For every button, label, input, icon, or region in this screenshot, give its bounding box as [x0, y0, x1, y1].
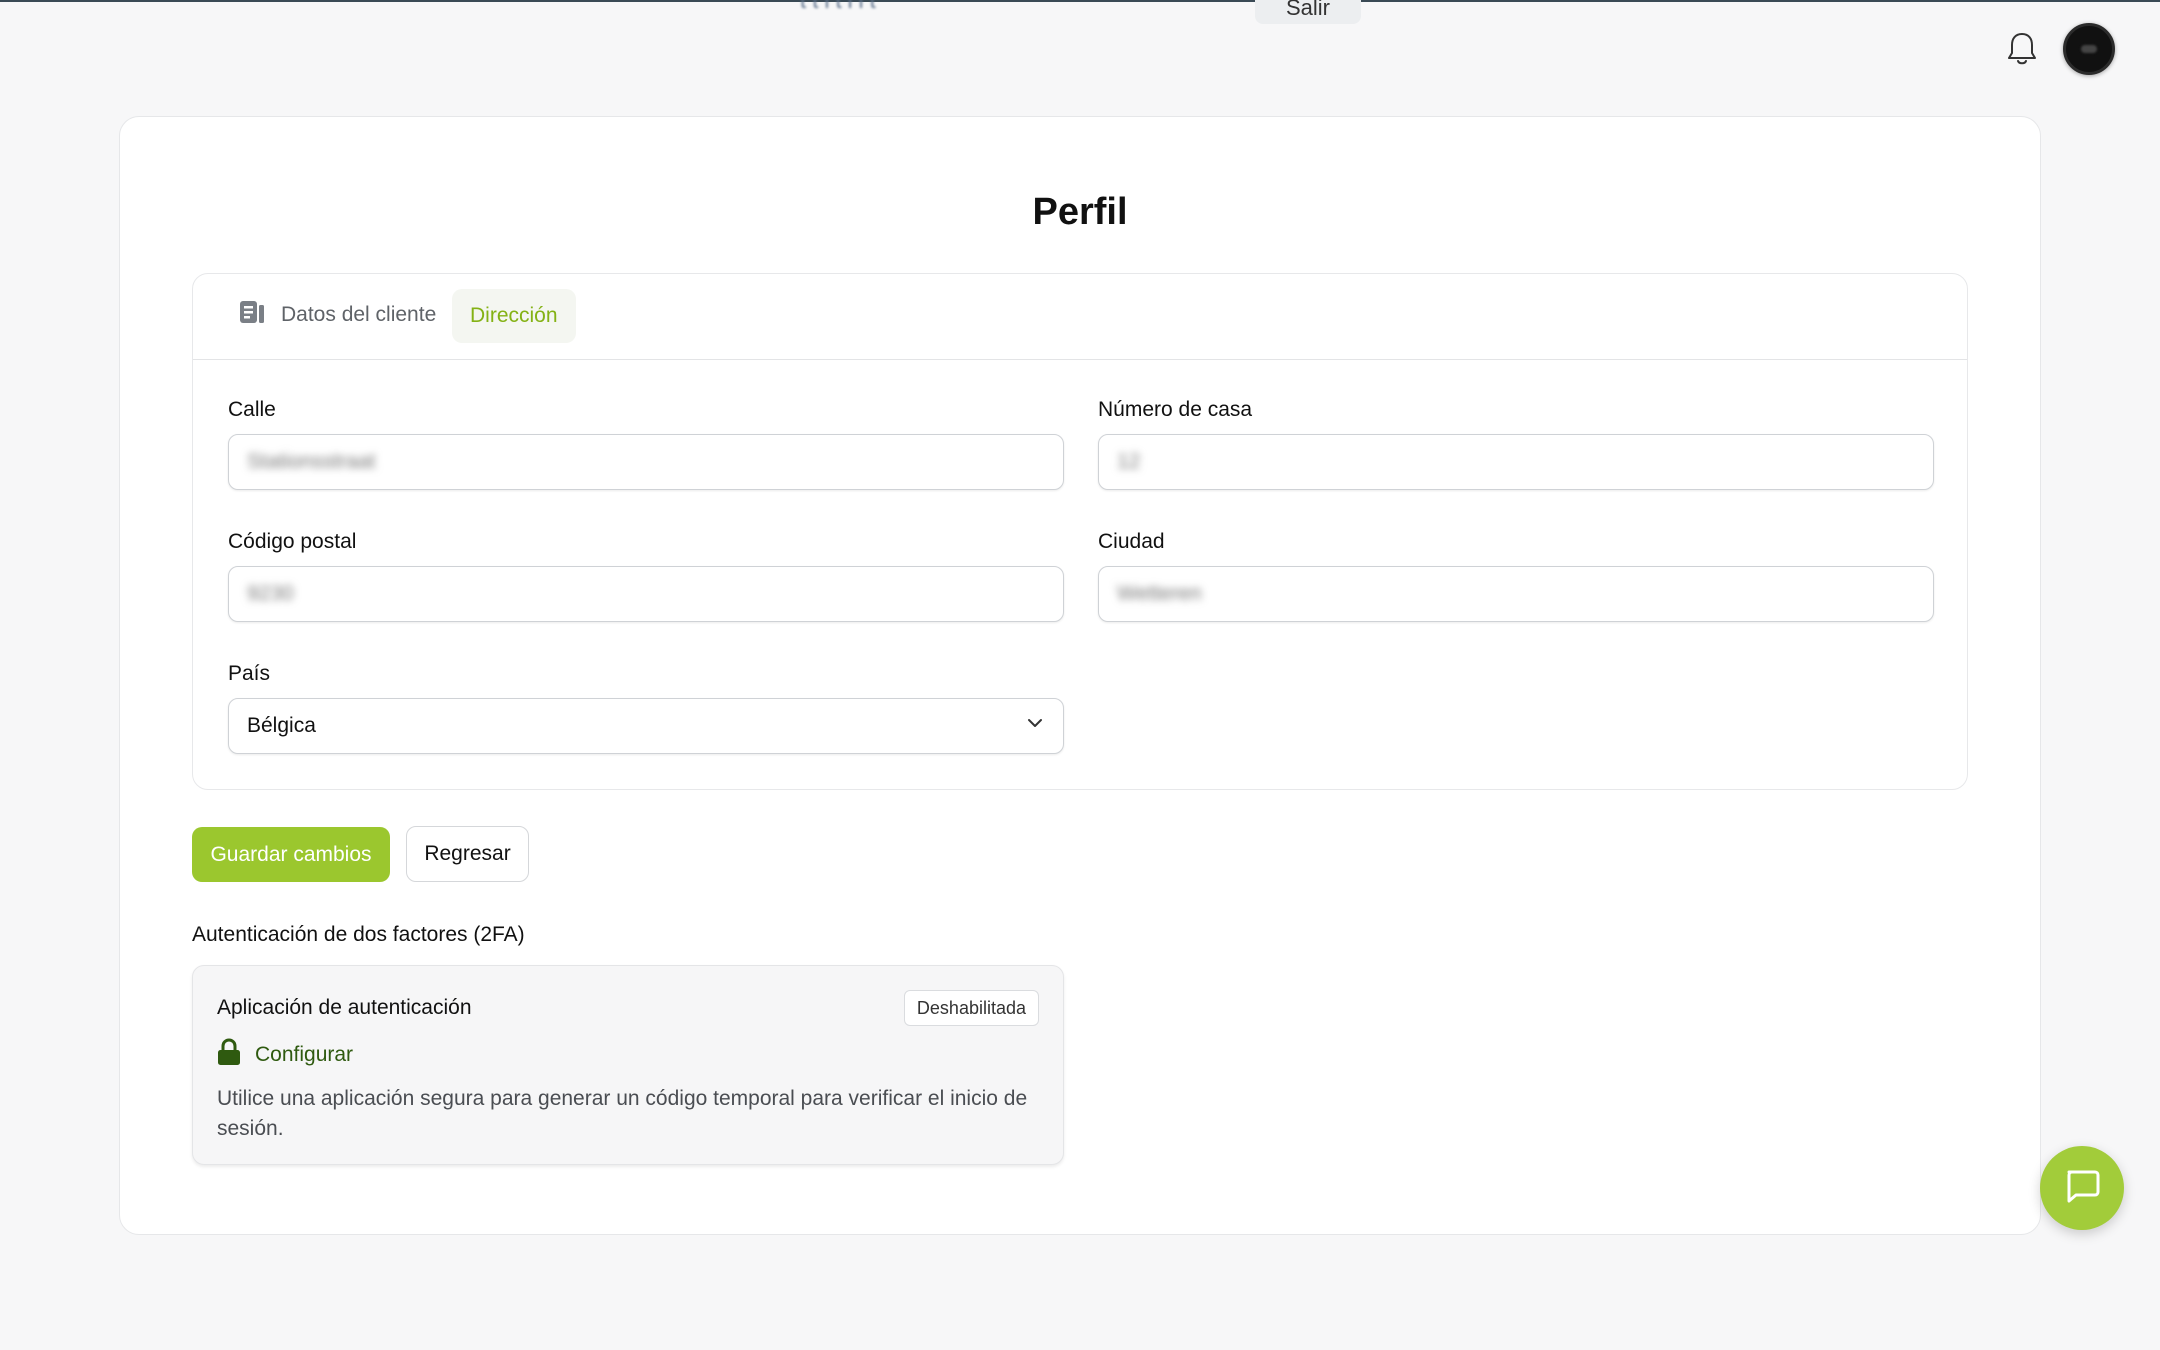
country-value: Bélgica [247, 714, 316, 737]
top-nav-partial-text: t t i t i i t [800, 0, 876, 13]
status-badge: Deshabilitada [903, 990, 1039, 1026]
bell-icon[interactable] [2004, 30, 2040, 68]
postal-code-field[interactable]: 9230 [228, 566, 1064, 622]
street-field[interactable]: Stationsstraat [228, 434, 1064, 490]
configure-label: Configurar [255, 1043, 354, 1066]
chat-button[interactable] [2040, 1146, 2124, 1230]
chevron-down-icon [1025, 713, 1045, 739]
tab-customer-data-label: Datos del cliente [281, 303, 437, 326]
profile-card: Perfil Datos del cliente Dirección Calle… [119, 116, 2041, 1235]
country-select[interactable]: Bélgica [228, 698, 1064, 754]
top-border [0, 0, 2160, 2]
avatar[interactable] [2063, 23, 2115, 75]
street-label: Calle [228, 398, 276, 421]
city-label: Ciudad [1098, 530, 1165, 553]
lock-icon [217, 1038, 241, 1072]
address-panel: Datos del cliente Dirección Calle Statio… [192, 273, 1968, 790]
save-changes-button[interactable]: Guardar cambios [192, 827, 390, 882]
chat-bubble-icon [2062, 1166, 2102, 1211]
twofa-section-title: Autenticación de dos factores (2FA) [192, 923, 525, 946]
logout-button[interactable]: Salir [1255, 0, 1361, 24]
twofa-description: Utilice una aplicación segura para gener… [217, 1087, 1028, 1140]
city-field[interactable]: Wetteren [1098, 566, 1934, 622]
back-button[interactable]: Regresar [406, 826, 529, 882]
city-value: Wetteren [1117, 582, 1202, 605]
auth-app-title: Aplicación de autenticación [217, 996, 472, 1019]
tab-address[interactable]: Dirección [452, 289, 576, 343]
house-number-field[interactable]: 12 [1098, 434, 1934, 490]
twofa-card: Aplicación de autenticación Deshabilitad… [192, 965, 1064, 1165]
configure-link[interactable]: Configurar [217, 1038, 353, 1072]
postal-code-value: 9230 [247, 582, 294, 605]
street-value: Stationsstraat [247, 450, 376, 473]
page-title: Perfil [1032, 191, 1128, 233]
tab-customer-data[interactable]: Datos del cliente [227, 289, 448, 341]
house-number-label: Número de casa [1098, 398, 1253, 421]
tab-address-label: Dirección [470, 304, 558, 327]
country-label: País [228, 662, 271, 685]
postal-code-label: Código postal [228, 530, 357, 553]
house-number-value: 12 [1117, 450, 1141, 473]
id-card-icon [239, 300, 265, 330]
tab-bar: Datos del cliente Dirección [193, 274, 1967, 360]
